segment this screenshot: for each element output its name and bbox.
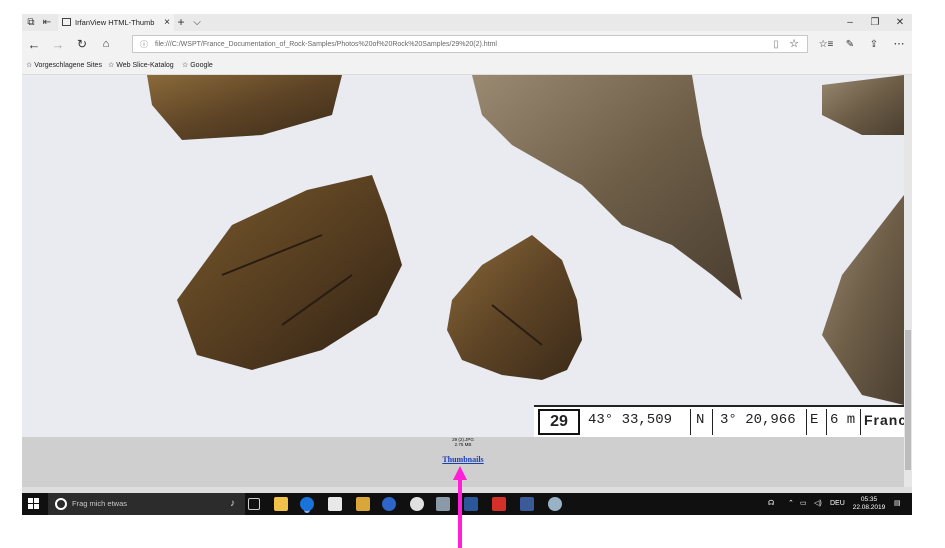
divider bbox=[860, 409, 861, 435]
browser-window: ⧉ ⇤ IrfanView HTML-Thumb × + ⌵ – ❐ ✕ ← →… bbox=[22, 14, 912, 515]
people-icon[interactable]: ☊ bbox=[768, 493, 774, 515]
tab-irfanview[interactable]: IrfanView HTML-Thumb × bbox=[58, 14, 174, 31]
divider bbox=[712, 409, 713, 435]
file-explorer-icon[interactable] bbox=[274, 497, 288, 511]
share-icon[interactable]: ⇪ bbox=[866, 36, 882, 53]
battery-icon[interactable]: ▭ bbox=[800, 493, 807, 515]
reading-view-icon[interactable]: ▯ bbox=[769, 36, 783, 53]
address-bar: ← → ↻ ⌂ ⓘ file:///C:/WSPT/France_Documen… bbox=[22, 31, 912, 58]
lon-direction: E bbox=[810, 412, 819, 428]
tab-title: IrfanView HTML-Thumb bbox=[75, 18, 155, 27]
tab-bar: ⧉ ⇤ IrfanView HTML-Thumb × + ⌵ – ❐ ✕ bbox=[22, 14, 912, 31]
star-icon[interactable]: ☆ bbox=[787, 36, 801, 53]
favorite-item-google[interactable]: ☆ Google bbox=[182, 58, 213, 74]
search-placeholder: Frag mich etwas bbox=[72, 499, 128, 508]
home-icon[interactable]: ⌂ bbox=[98, 36, 114, 53]
pen-icon[interactable]: ✎ bbox=[842, 36, 858, 53]
app-icon-network[interactable] bbox=[436, 497, 450, 511]
clock-date: 22.08.2019 bbox=[852, 504, 886, 511]
elevation: 6 m bbox=[830, 412, 856, 428]
app-icon-blue[interactable] bbox=[382, 497, 396, 511]
vertical-scrollbar[interactable] bbox=[904, 75, 912, 487]
latitude: 43° 33,509 bbox=[588, 412, 673, 428]
language-indicator[interactable]: DEU bbox=[830, 493, 845, 515]
store-icon[interactable] bbox=[328, 497, 342, 511]
favorite-item-web-slice[interactable]: ☆ Web Slice-Katalog bbox=[108, 58, 174, 74]
favorite-label: Vorgeschlagene Sites bbox=[34, 62, 102, 69]
divider bbox=[806, 409, 807, 435]
clock[interactable]: 05:35 22.08.2019 bbox=[846, 496, 892, 512]
tab-preview-icon[interactable]: ⧉ bbox=[24, 14, 38, 31]
taskbar-search[interactable]: Frag mich etwas ♪ bbox=[48, 493, 245, 515]
edge-icon[interactable] bbox=[300, 497, 314, 511]
favorite-label: Web Slice-Katalog bbox=[116, 62, 174, 69]
clock-time: 05:35 bbox=[860, 496, 878, 503]
tabs-aside-icon[interactable]: ⇤ bbox=[40, 14, 54, 31]
divider bbox=[690, 409, 691, 435]
divider bbox=[826, 409, 827, 435]
url-text: file:///C:/WSPT/France_Documentation_of_… bbox=[155, 41, 497, 48]
tray-chevron-icon[interactable]: ⌃ bbox=[788, 493, 794, 515]
refresh-icon[interactable]: ↻ bbox=[74, 36, 90, 53]
irfanview-icon[interactable] bbox=[548, 497, 562, 511]
more-icon[interactable]: ⋯ bbox=[890, 36, 908, 53]
annotation-arrow bbox=[453, 466, 467, 548]
url-field[interactable]: ⓘ file:///C:/WSPT/France_Documentation_o… bbox=[132, 35, 808, 53]
sample-number: 29 bbox=[538, 409, 580, 435]
info-icon: ⓘ bbox=[140, 40, 148, 49]
rock-sample-photo: 29 43° 33,509 N 3° 20,966 E 6 m France - bbox=[22, 75, 904, 437]
location-scale-label: 29 43° 33,509 N 3° 20,966 E 6 m France - bbox=[534, 405, 904, 437]
restore-button[interactable]: ❐ bbox=[865, 14, 885, 31]
app-icon-gray[interactable] bbox=[410, 497, 424, 511]
thumbnails-link[interactable]: Thumbnails bbox=[22, 455, 904, 464]
favorites-bar: ☆ Vorgeschlagene Sites ☆ Web Slice-Katal… bbox=[22, 58, 912, 75]
volume-icon[interactable]: ◁) bbox=[814, 493, 822, 515]
task-view-icon[interactable] bbox=[248, 498, 260, 510]
longitude: 3° 20,966 bbox=[720, 412, 796, 428]
rock-sample-image bbox=[22, 75, 904, 437]
minimize-button[interactable]: – bbox=[840, 14, 860, 31]
scrollbar-thumb[interactable] bbox=[905, 330, 911, 470]
page-icon bbox=[62, 18, 71, 26]
chevron-down-icon[interactable]: ⌵ bbox=[190, 14, 204, 31]
cortana-icon bbox=[55, 498, 67, 510]
calculator-icon[interactable] bbox=[520, 497, 534, 511]
close-icon[interactable]: × bbox=[164, 14, 170, 31]
favorite-label: Google bbox=[190, 62, 213, 69]
favorites-icon[interactable]: ☆≡ bbox=[818, 36, 834, 53]
page-content: 29 43° 33,509 N 3° 20,966 E 6 m France -… bbox=[22, 75, 904, 487]
close-window-button[interactable]: ✕ bbox=[890, 14, 910, 31]
back-icon[interactable]: ← bbox=[26, 36, 42, 53]
forward-icon[interactable]: → bbox=[50, 36, 66, 53]
lat-direction: N bbox=[696, 412, 705, 428]
file-size: 2.75 MB bbox=[454, 442, 472, 447]
microphone-icon[interactable]: ♪ bbox=[230, 493, 235, 515]
favorite-item-vorgeschlagene-sites[interactable]: ☆ Vorgeschlagene Sites bbox=[26, 58, 102, 74]
pin-icon[interactable] bbox=[492, 497, 506, 511]
windows-start-icon[interactable] bbox=[28, 498, 40, 510]
media-player-icon[interactable] bbox=[356, 497, 370, 511]
plus-icon[interactable]: + bbox=[174, 14, 188, 31]
notification-icon[interactable]: ▤ bbox=[894, 493, 901, 515]
taskbar: Frag mich etwas ♪ ☊ ⌃ ▭ ◁) DEU 05:35 22.… bbox=[22, 493, 912, 515]
country: France - bbox=[864, 412, 904, 428]
